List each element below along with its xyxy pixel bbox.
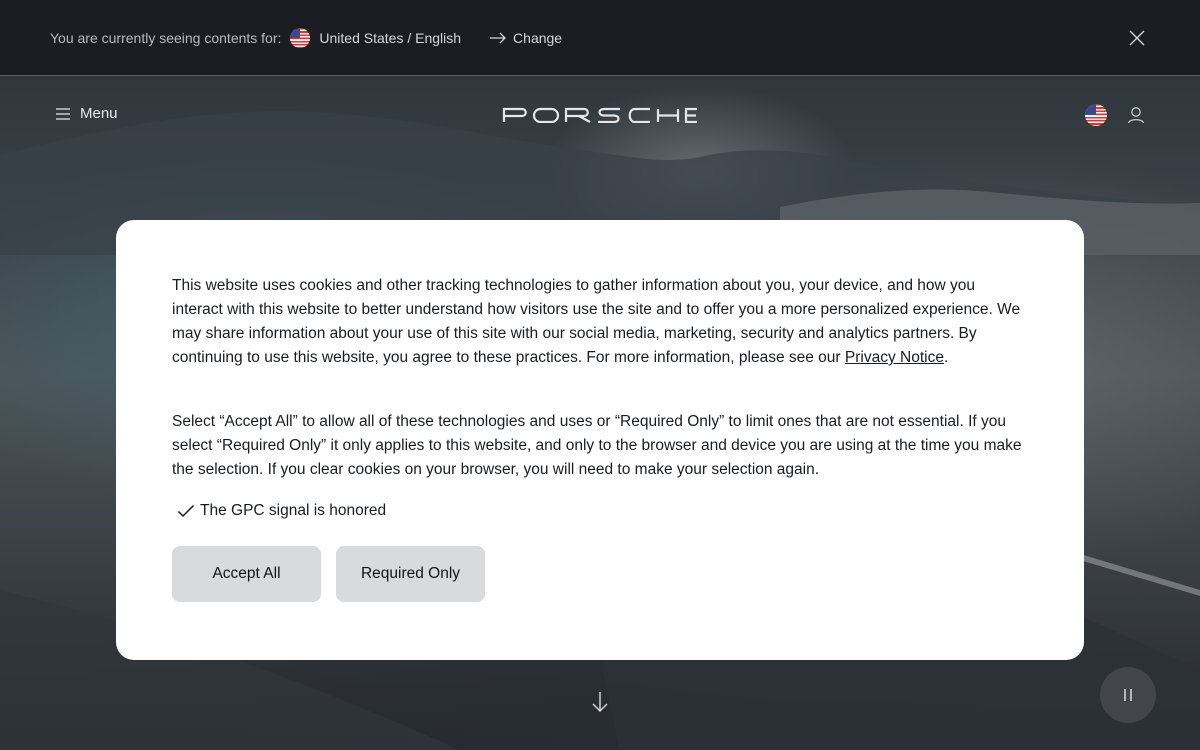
pause-button[interactable] bbox=[1100, 667, 1156, 723]
region-country: United States / English bbox=[319, 29, 462, 46]
check-icon bbox=[177, 504, 195, 518]
change-region-link[interactable]: Change bbox=[489, 30, 562, 46]
privacy-notice-link[interactable]: Privacy Notice bbox=[845, 349, 944, 366]
region-lead-text: You are currently seeing contents for: bbox=[50, 29, 282, 46]
pause-icon bbox=[1124, 689, 1132, 701]
us-flag-icon bbox=[1085, 104, 1107, 126]
menu-button[interactable]: Menu bbox=[56, 105, 118, 122]
region-bar: You are currently seeing contents for: U… bbox=[0, 0, 1200, 76]
cookie-consent-dialog: This website uses cookies and other trac… bbox=[116, 220, 1084, 660]
consent-button-row: Accept All Required Only bbox=[172, 546, 1028, 602]
site-header: Menu bbox=[0, 77, 1200, 155]
accept-all-button[interactable]: Accept All bbox=[172, 546, 321, 602]
close-icon[interactable] bbox=[1128, 29, 1146, 47]
cookie-paragraph-1-end: . bbox=[943, 349, 949, 366]
porsche-logo[interactable] bbox=[502, 107, 698, 123]
arrow-down-icon[interactable] bbox=[590, 690, 610, 714]
region-flag-button[interactable] bbox=[1085, 104, 1107, 126]
gpc-text: The GPC signal is honored bbox=[200, 502, 387, 519]
hamburger-icon bbox=[56, 107, 70, 120]
us-flag-icon bbox=[290, 27, 311, 48]
menu-label: Menu bbox=[80, 105, 118, 122]
change-label: Change bbox=[513, 29, 563, 46]
arrow-right-icon bbox=[490, 32, 506, 43]
gpc-status: The GPC signal is honored bbox=[172, 502, 1028, 520]
user-icon[interactable] bbox=[1127, 106, 1145, 124]
required-only-button[interactable]: Required Only bbox=[336, 546, 485, 602]
cookie-paragraph-2: Select “Accept All” to allow all of thes… bbox=[172, 413, 1022, 478]
cookie-paragraph-1: This website uses cookies and other trac… bbox=[172, 274, 1028, 370]
